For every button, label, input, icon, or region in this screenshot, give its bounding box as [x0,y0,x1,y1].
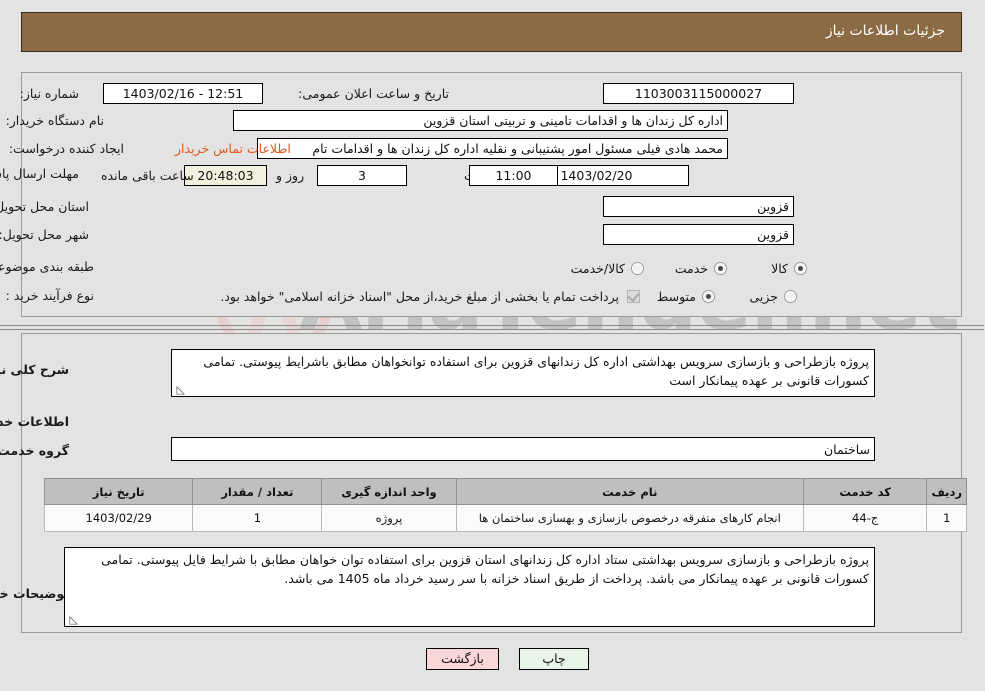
remaining-days-label: روز و [277,168,306,183]
requester-field[interactable]: محمد هادی فیلی مسئول امور پشتیبانی و نقل… [258,138,729,159]
page-root: AriaTender.net جزئیات اطلاعات نیاز شماره… [0,0,985,691]
back-button[interactable]: بازگشت [427,648,500,670]
need-number-field[interactable]: 1103003115000027 [604,83,795,104]
resize-grip-icon[interactable]: ◺ [176,384,186,395]
col-qty: تعداد / مقدار [193,478,324,505]
buyer-notes-textarea[interactable]: پروژه بازطراحی و بازسازی سرویس بهداشتی س… [65,547,876,627]
services-section-title: اطلاعات خدمات مورد نیاز [0,414,70,429]
description-textarea[interactable]: پروژه بازطراحی و بازسازی سرویس بهداشتی ا… [172,349,876,397]
deadline-label: مهلت ارسال پاسخ: تا تاریخ: [0,166,80,181]
divider-top-2 [0,329,985,330]
col-row: ردیف [927,478,968,505]
radio-process-jozei[interactable] [785,290,798,303]
table-header-row: ردیف کد خدمت نام خدمت واحد اندازه گیری ت… [44,478,968,505]
col-unit: واحد اندازه گیری [322,478,458,505]
description-text: پروژه بازطراحی و بازسازی سرویس بهداشتی ا… [204,354,870,388]
radio-category-kala[interactable] [795,262,808,275]
col-code: کد خدمت [803,478,929,505]
requester-label: ایجاد کننده درخواست: [9,141,125,156]
deadline-label-text: مهلت ارسال پاسخ: تا تاریخ: [0,166,80,181]
cell-row: 1 [927,504,968,532]
remaining-days-field[interactable]: 3 [318,165,408,186]
cell-qty: 1 [193,504,324,532]
radio-process-motevaset[interactable] [703,290,716,303]
page-title: جزئیات اطلاعات نیاز [826,23,946,39]
buyer-notes-text: پروژه بازطراحی و بازسازی سرویس بهداشتی س… [102,552,870,586]
service-group-field[interactable]: ساختمان [172,437,876,461]
announce-datetime-field[interactable]: 12:51 - 1403/02/16 [104,83,264,104]
deadline-hour-field[interactable]: 11:00 [470,165,559,186]
service-group-label: گروه خدمت: [0,443,70,458]
buyer-contact-link[interactable]: اطلاعات تماس خریدار [176,141,292,156]
process-type-label: نوع فرآیند خرید : [6,288,95,303]
cell-name: انجام کارهای متفرقه درخصوص بازسازی و بهس… [456,504,805,532]
treasury-bond-text: پرداخت تمام یا بخشی از مبلغ خرید،از محل … [221,289,620,304]
cell-code: ج-44 [803,504,929,532]
countdown-field: 20:48:03 [185,165,268,186]
divider-top [0,325,985,326]
print-button[interactable]: چاپ [520,648,590,670]
category-label: طبقه بندی موضوعی: [0,259,95,274]
col-need-date: تاریخ نیاز [44,478,195,505]
services-table: ردیف کد خدمت نام خدمت واحد اندازه گیری ت… [44,478,968,532]
province-label: استان محل تحویل: [0,199,90,214]
treasury-bond-checkbox[interactable] [628,290,641,303]
countdown-label: ساعت باقی مانده [102,168,195,183]
radio-category-khedmat-label: خدمت [675,261,709,276]
buyer-org-label: نام دستگاه خریدار: [6,113,105,128]
window-title-bar: جزئیات اطلاعات نیاز [22,12,963,52]
buyer-org-field[interactable]: اداره کل زندان ها و اقدامات تامینی و ترب… [234,110,729,131]
radio-process-motevaset-label: متوسط [657,289,697,304]
radio-process-jozei-label: جزیی [750,289,779,304]
description-label: شرح کلی نیاز: [0,362,70,377]
buyer-notes-label: توضیحات خریدار: [0,586,70,601]
need-number-label: شماره نیاز: [20,86,80,101]
cell-unit: پروژه [322,504,458,532]
radio-category-khedmat[interactable] [715,262,728,275]
city-field[interactable]: قزوین [604,224,795,245]
radio-category-kala-khedmat-label: کالا/خدمت [571,261,626,276]
need-info-panel [22,72,963,317]
table-row[interactable]: 1 ج-44 انجام کارهای متفرقه درخصوص بازساز… [44,504,968,532]
radio-category-kala-khedmat[interactable] [632,262,645,275]
cell-need-date: 1403/02/29 [44,504,195,532]
col-name: نام خدمت [456,478,805,505]
announce-datetime-label: تاریخ و ساعت اعلان عمومی: [299,86,450,101]
radio-category-kala-label: کالا [772,261,789,276]
city-label: شهر محل تحویل: [0,227,90,242]
resize-grip-icon-2[interactable]: ◺ [69,614,79,625]
province-field[interactable]: قزوین [604,196,795,217]
